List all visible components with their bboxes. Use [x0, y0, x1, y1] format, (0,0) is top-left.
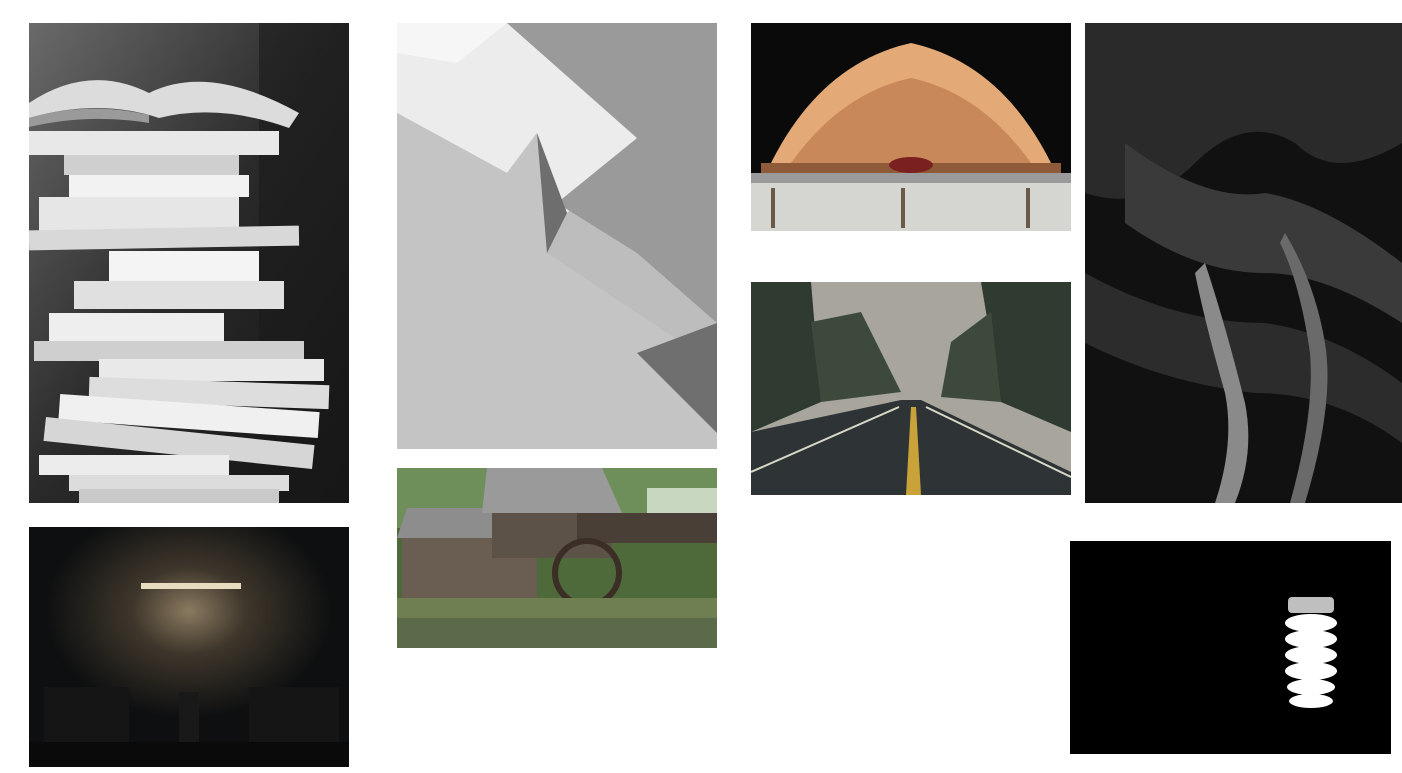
gallery-tile-books-stack[interactable] — [29, 23, 349, 503]
gallery-tile-dark-rock[interactable] — [1085, 23, 1402, 503]
gallery-tile-forest-road[interactable] — [751, 282, 1071, 495]
gallery-tile-spiral-bulb[interactable] — [1070, 541, 1391, 754]
watermill-image — [397, 468, 717, 648]
gallery-tile-night-lamp[interactable] — [29, 527, 349, 767]
abstract-folds-image — [397, 23, 717, 449]
spiral-bulb-image — [1070, 541, 1391, 754]
dark-rock-image — [1085, 23, 1402, 503]
night-lamp-image — [29, 527, 349, 767]
open-book-image — [751, 23, 1071, 231]
gallery-tile-abstract-folds[interactable] — [397, 23, 717, 449]
gallery-tile-watermill[interactable] — [397, 468, 717, 648]
forest-road-image — [751, 282, 1071, 495]
books-stack-image — [29, 23, 349, 503]
gallery-tile-open-book[interactable] — [751, 23, 1071, 231]
